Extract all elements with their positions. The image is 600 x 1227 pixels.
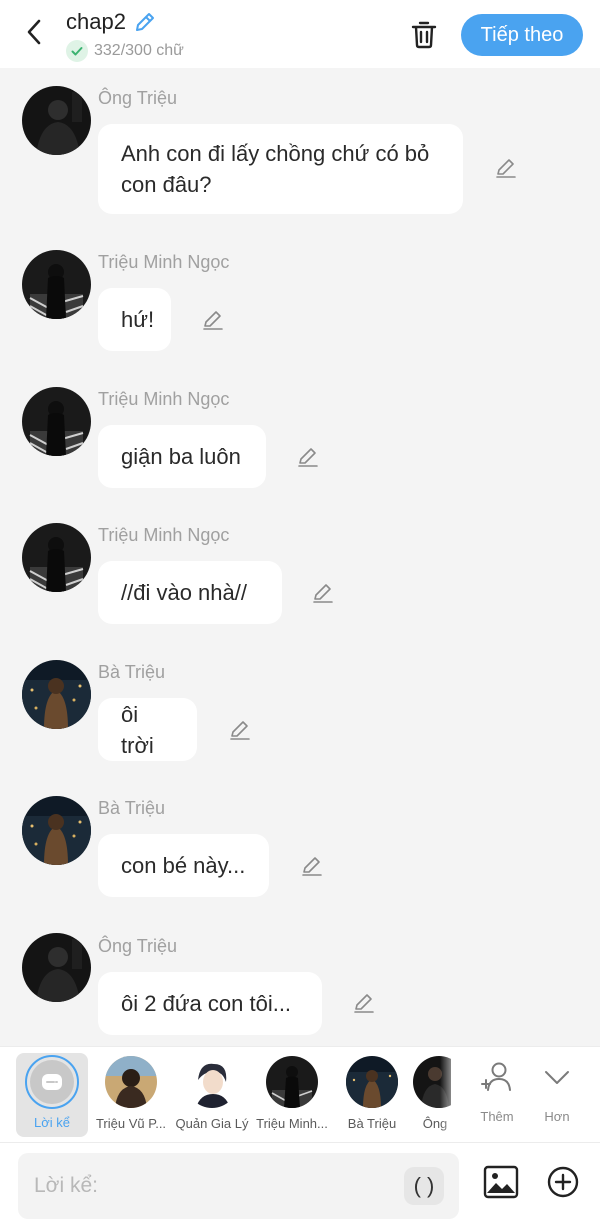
avatar[interactable] [22,250,91,319]
delete-button[interactable] [406,16,442,52]
insert-image-button[interactable] [480,1161,522,1203]
character-option[interactable]: Triệu Vũ P... [91,1047,171,1143]
message-bubble[interactable]: Anh con đi lấy chồng chứ có bỏ con đâu? [98,124,463,214]
check-icon [66,40,88,62]
message-bubble[interactable]: ôi trời [98,698,197,761]
sender-name: Ông Triệu [98,88,178,108]
add-user-icon [481,1062,511,1091]
word-count: 332/300 chữ [94,42,184,59]
sender-name: Triệu Minh Ngọc [98,525,230,545]
edit-message-button[interactable] [493,155,519,181]
message-bubble[interactable]: ôi 2 đứa con tôi... [98,972,322,1035]
edit-message-button[interactable] [351,990,377,1016]
message-bubble[interactable]: giận ba luôn [98,425,266,488]
more-label: Hơn [544,1109,570,1124]
pencil-icon [354,994,374,1013]
back-arrow-icon [27,19,41,45]
narrator-option[interactable]: Lời kể [16,1053,88,1137]
edit-message-button[interactable] [299,853,325,879]
message-bubble[interactable]: //đi vào nhà// [98,561,282,624]
scroll-fade [440,1047,462,1143]
edit-message-button[interactable] [227,717,253,743]
avatar[interactable] [22,523,91,592]
message-list: Ông Triệu Anh con đi lấy chồng chứ có bỏ… [0,68,600,1046]
pencil-icon [135,13,154,31]
character-name: Triệu Minh... [256,1116,328,1131]
avatar[interactable] [22,387,91,456]
pencil-icon [203,311,223,330]
pencil-icon [298,448,318,467]
image-icon [483,1165,519,1199]
narrator-label: Lời kể [34,1115,70,1130]
edit-title-button[interactable] [132,9,158,35]
back-button[interactable] [18,16,50,48]
pencil-icon [496,159,516,178]
pencil-icon [313,584,333,603]
next-button[interactable]: Tiếp theo [461,14,583,56]
pencil-icon [302,857,322,876]
word-count-row: 332/300 chữ [66,40,184,62]
sender-name: Triệu Minh Ngọc [98,252,230,272]
edit-message-button[interactable] [310,580,336,606]
sender-name: Bà Triệu [98,798,166,818]
avatar[interactable] [22,933,91,1002]
trash-icon [411,21,437,49]
narrator-avatar [25,1055,79,1109]
edit-message-button[interactable] [295,444,321,470]
parentheses-button[interactable]: ( ) [404,1167,444,1205]
message-bubble[interactable]: con bé này... [98,834,269,897]
top-bar: chap2 332/300 chữ Tiếp theo [0,0,600,68]
chat-bubble-icon [42,1074,62,1090]
chapter-title: chap2 [66,9,126,34]
chevron-down-icon [545,1071,569,1084]
edit-message-button[interactable] [200,307,226,333]
message-bubble[interactable]: hứ! [98,288,171,351]
avatar[interactable] [22,86,91,155]
character-avatar [266,1056,318,1108]
character-avatar [346,1056,398,1108]
pencil-icon [230,721,250,740]
character-selector: Lời kể Triệu Vũ P... Quản Gia Lý Triệu M… [0,1046,600,1143]
avatar[interactable] [22,660,91,729]
sender-name: Triệu Minh Ngọc [98,389,230,409]
plus-circle-icon [547,1166,579,1198]
add-character-button[interactable]: Thêm [468,1047,526,1143]
sender-name: Ông Triệu [98,936,178,956]
composer: ( ) [0,1142,600,1227]
composer-field-wrap: ( ) [18,1153,459,1219]
character-option[interactable]: Quản Gia Lý [172,1047,252,1143]
more-button[interactable]: Hơn [528,1047,586,1143]
add-character-label: Thêm [480,1109,514,1124]
sender-name: Bà Triệu [98,662,166,682]
narration-input[interactable] [34,1165,394,1207]
character-name: Quản Gia Lý [175,1116,249,1131]
chapter-title-row: chap2 [66,9,158,35]
character-name: Triệu Vũ P... [95,1116,167,1131]
character-avatar [105,1056,157,1108]
avatar[interactable] [22,796,91,865]
character-avatar [186,1056,238,1108]
character-option[interactable]: Triệu Minh... [252,1047,332,1143]
add-button[interactable] [542,1161,584,1203]
